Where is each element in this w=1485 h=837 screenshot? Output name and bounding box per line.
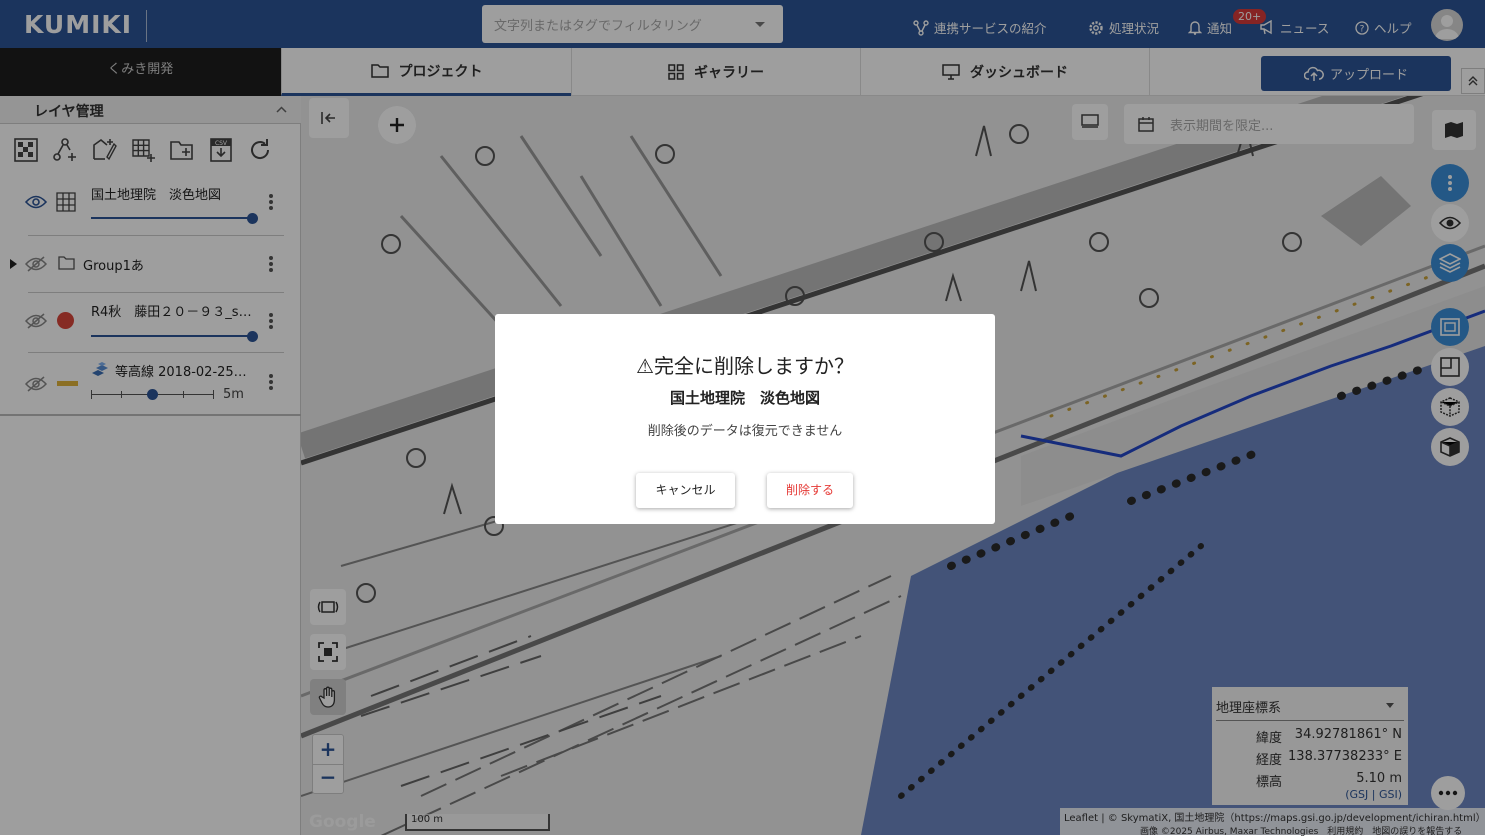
- delete-confirm-dialog: ⚠完全に削除しますか？ 国土地理院 淡色地図 削除後のデータは復元できません キ…: [495, 314, 995, 524]
- delete-button[interactable]: 削除する: [767, 473, 853, 508]
- dialog-title: ⚠完全に削除しますか？: [636, 354, 854, 378]
- dialog-layer-name: 国土地理院 淡色地図: [669, 389, 820, 407]
- dialog-message: 削除後のデータは復元できません: [647, 424, 843, 439]
- cancel-button[interactable]: キャンセル: [636, 473, 735, 508]
